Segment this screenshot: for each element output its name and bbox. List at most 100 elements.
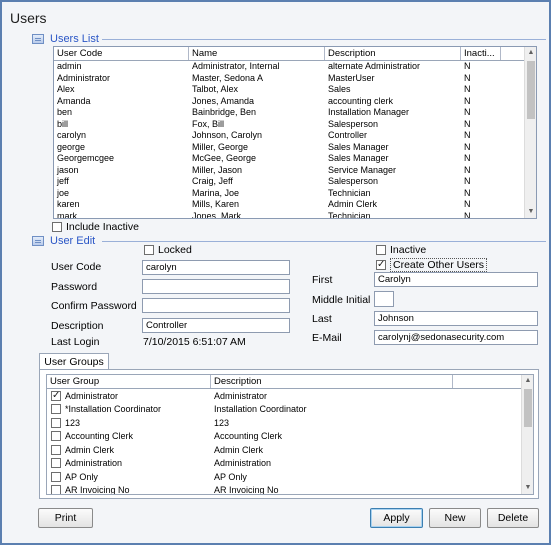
table-row[interactable]: Administrator Master, Sedona A MasterUser N xyxy=(54,73,536,85)
table-row[interactable]: ben Bainbridge, Ben Installation Manager N xyxy=(54,107,536,119)
confirm-password-field[interactable] xyxy=(142,298,290,313)
list-item[interactable]: AP Only AP Only xyxy=(47,470,533,484)
group-cell: AP Only xyxy=(47,471,211,482)
group-name: Administrator xyxy=(65,390,119,401)
users-window: Users Users List User Code Name Descript… xyxy=(0,0,551,545)
users-list-grid[interactable]: User Code Name Description Inacti... adm… xyxy=(53,46,537,219)
tab-user-groups[interactable]: User Groups xyxy=(39,353,109,370)
users-grid-scrollbar[interactable]: ▲ ▼ xyxy=(524,47,536,218)
table-cell: Marina, Joe xyxy=(192,187,240,198)
password-label: Password xyxy=(51,281,98,293)
delete-button[interactable]: Delete xyxy=(487,508,539,528)
table-cell: McGee, George xyxy=(192,153,257,163)
inactive-checkbox[interactable] xyxy=(376,245,386,255)
list-item[interactable]: Admin Clerk Admin Clerk xyxy=(47,443,533,457)
table-row[interactable]: Georgemcgee McGee, George Sales Manager N xyxy=(54,153,536,165)
list-item[interactable]: Administration Administration xyxy=(47,457,533,471)
locked-checkbox[interactable] xyxy=(144,245,154,255)
group-cell: Accounting Clerk xyxy=(47,431,211,442)
group-description: Accounting Clerk xyxy=(214,431,283,442)
group-name: Administration xyxy=(65,458,123,469)
table-cell: N xyxy=(464,107,471,117)
list-item[interactable]: AR Invoicing No AR Invoicing No xyxy=(47,484,533,494)
group-checkbox[interactable] xyxy=(51,458,61,469)
group-name: AP Only xyxy=(65,471,98,482)
scrollbar-thumb[interactable] xyxy=(524,389,532,427)
first-name-field[interactable]: Carolyn xyxy=(374,272,538,287)
group-checkbox[interactable] xyxy=(51,404,61,415)
include-inactive-checkbox[interactable] xyxy=(52,222,62,232)
users-list-title: Users List xyxy=(50,33,99,45)
column-header-inactive[interactable]: Inacti... xyxy=(461,47,501,60)
arrow-down-icon[interactable]: ▼ xyxy=(522,482,533,494)
table-row[interactable]: mark Jones, Mark Technician N xyxy=(54,211,536,219)
group-checkbox[interactable] xyxy=(51,444,61,455)
column-header-group-description[interactable]: Description xyxy=(211,375,453,388)
table-row[interactable]: admin Administrator, Internal alternate Ad… xyxy=(54,61,536,73)
table-row[interactable]: karen Mills, Karen Admin Clerk N xyxy=(54,199,536,211)
section-divider xyxy=(102,241,546,242)
users-grid-body: admin Administrator, Internal alternate Ad… xyxy=(54,61,536,219)
table-row[interactable]: Alex Talbot, Alex Sales N xyxy=(54,84,536,96)
table-row[interactable]: carolyn Johnson, Carolyn Controller N xyxy=(54,130,536,142)
apply-button[interactable]: Apply xyxy=(370,508,423,528)
column-header-description[interactable]: Description xyxy=(325,47,461,60)
table-cell: Admin Clerk xyxy=(328,199,378,209)
group-checkbox[interactable] xyxy=(51,471,61,482)
create-other-users-row[interactable]: Create Other Users xyxy=(376,258,488,272)
description-field[interactable]: Controller xyxy=(142,318,290,333)
table-cell: Technician xyxy=(328,187,371,198)
group-checkbox[interactable] xyxy=(51,417,61,428)
table-cell: Miller, Jason xyxy=(192,164,243,175)
table-row[interactable]: jeff Craig, Jeff Salesperson N xyxy=(54,176,536,188)
table-row[interactable]: Amanda Jones, Amanda accounting clerk N xyxy=(54,96,536,108)
table-cell: Sales Manager xyxy=(328,153,389,163)
create-other-users-checkbox[interactable] xyxy=(376,259,386,271)
group-checkbox[interactable] xyxy=(51,485,61,494)
locked-row[interactable]: Locked xyxy=(144,244,192,256)
table-cell: Administrator, Internal xyxy=(192,61,280,71)
user-groups-grid[interactable]: User Group Description AdministratorAdmi… xyxy=(46,374,534,495)
arrow-up-icon[interactable]: ▲ xyxy=(525,47,536,59)
user-groups-panel: User Group Description AdministratorAdmi… xyxy=(39,369,539,499)
column-header-name[interactable]: Name xyxy=(189,47,325,60)
list-item[interactable]: 123 123 xyxy=(47,416,533,430)
list-item[interactable]: *Installation Coordinator Installation Co… xyxy=(47,403,533,417)
user-groups-grid-header: User Group Description xyxy=(47,375,533,389)
group-description: 123 xyxy=(214,417,230,428)
table-cell: jason xyxy=(57,164,79,175)
user-groups-scrollbar[interactable]: ▲ ▼ xyxy=(521,375,533,494)
scrollbar-thumb[interactable] xyxy=(527,61,535,119)
table-cell: N xyxy=(464,153,471,163)
table-cell: Amanda xyxy=(57,95,91,106)
users-list-section-header: Users List xyxy=(32,32,546,46)
table-row[interactable]: joe Marina, Joe Technician N xyxy=(54,188,536,200)
column-header-user-code[interactable]: User Code xyxy=(54,47,189,60)
table-cell: karen xyxy=(57,199,80,209)
group-checkbox[interactable] xyxy=(51,431,61,442)
last-name-field[interactable]: Johnson xyxy=(374,311,538,326)
new-button[interactable]: New xyxy=(429,508,481,528)
group-description: Admin Clerk xyxy=(214,444,264,455)
group-name: Accounting Clerk xyxy=(65,431,134,442)
arrow-up-icon[interactable]: ▲ xyxy=(522,375,533,387)
middle-initial-field[interactable] xyxy=(374,291,394,307)
table-row[interactable]: george Miller, George Sales Manager N xyxy=(54,142,536,154)
email-field[interactable]: carolynj@sedonasecurity.com xyxy=(374,330,538,345)
list-item[interactable]: Administrator Administrator xyxy=(47,389,533,403)
password-field[interactable] xyxy=(142,279,290,294)
table-row[interactable]: jason Miller, Jason Service Manager N xyxy=(54,165,536,177)
include-inactive-row[interactable]: Include Inactive xyxy=(52,221,139,233)
group-checkbox[interactable] xyxy=(51,390,61,402)
table-cell: Salesperson xyxy=(328,176,379,186)
user-code-field[interactable]: carolyn xyxy=(142,260,290,275)
inactive-row[interactable]: Inactive xyxy=(376,244,426,256)
table-cell: N xyxy=(464,141,471,152)
print-button[interactable]: Print xyxy=(38,508,93,528)
group-cell: *Installation Coordinator xyxy=(47,404,211,415)
users-grid-header: User Code Name Description Inacti... xyxy=(54,47,536,61)
table-row[interactable]: bill Fox, Bill Salesperson N xyxy=(54,119,536,131)
arrow-down-icon[interactable]: ▼ xyxy=(525,206,536,218)
list-item[interactable]: Accounting Clerk Accounting Clerk xyxy=(47,430,533,444)
column-header-user-group[interactable]: User Group xyxy=(47,375,211,388)
